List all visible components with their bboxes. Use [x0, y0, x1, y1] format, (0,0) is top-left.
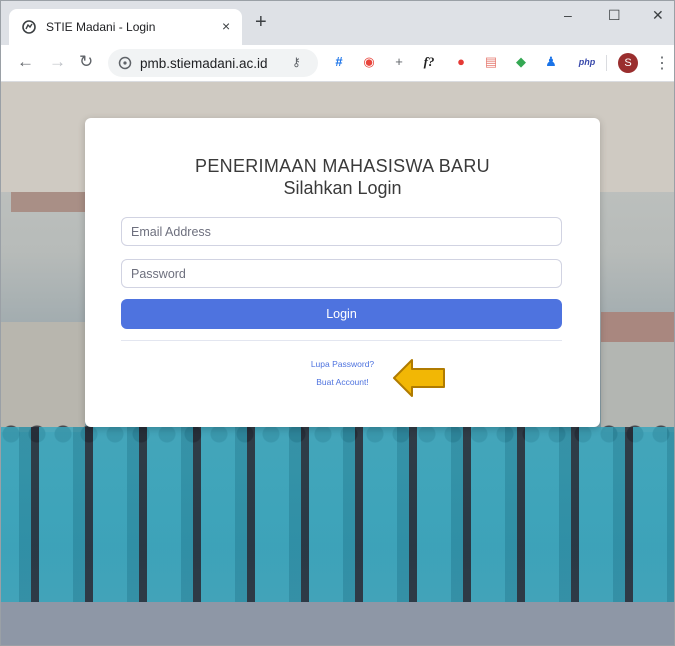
extension-window-icon[interactable]: ▤	[483, 54, 499, 70]
extension-color-icon[interactable]: ●	[453, 54, 469, 70]
extension-crosshair-icon[interactable]: +	[391, 54, 407, 70]
extension-record-icon[interactable]: ◉	[361, 54, 377, 70]
page-subtitle: Silahkan Login	[283, 178, 402, 198]
paved-ground	[1, 602, 674, 645]
building-right-wing	[601, 342, 674, 432]
browser-window: STIE Madani - Login × + – ☐ ✕ ← → ↻ pmb.…	[0, 0, 675, 646]
site-info-icon[interactable]	[118, 56, 132, 70]
url-text[interactable]: pmb.stiemadani.ac.id	[140, 56, 268, 71]
extension-grid-icon[interactable]: #	[331, 54, 347, 70]
building-roof-left	[11, 192, 85, 212]
login-card: PENERIMAAN MAHASISWA BARU Silahkan Login…	[85, 118, 600, 427]
page-background: PENERIMAAN MAHASISWA BARU Silahkan Login…	[1, 82, 674, 645]
browser-tab[interactable]: STIE Madani - Login ×	[9, 9, 242, 45]
extension-gem-icon[interactable]: ◆	[513, 54, 529, 70]
tab-close-icon[interactable]: ×	[222, 18, 230, 34]
extension-user-icon[interactable]: ♟	[543, 54, 559, 70]
password-field[interactable]	[121, 259, 562, 288]
profile-avatar[interactable]: S	[618, 53, 638, 73]
new-tab-button[interactable]: +	[255, 12, 267, 32]
divider	[121, 340, 562, 341]
tab-title: STIE Madani - Login	[46, 20, 156, 34]
browser-toolbar: ← → ↻ pmb.stiemadani.ac.id ⚷ # ◉ + f? ● …	[1, 45, 674, 82]
back-icon[interactable]: ←	[17, 52, 34, 72]
minimize-button[interactable]: –	[564, 7, 572, 23]
email-field[interactable]	[121, 217, 562, 246]
key-icon[interactable]: ⚷	[292, 55, 301, 69]
address-bar[interactable]: pmb.stiemadani.ac.id ⚷	[108, 49, 318, 77]
maximize-button[interactable]: ☐	[608, 7, 621, 24]
annotation-arrow-icon	[393, 359, 445, 397]
window-close-button[interactable]: ✕	[652, 7, 664, 24]
extension-php-icon[interactable]: php	[575, 54, 599, 70]
building-left-wing	[1, 322, 85, 432]
favicon-globe-icon	[22, 20, 36, 34]
toolbar-separator	[606, 55, 607, 71]
building-roof-right	[601, 312, 674, 342]
crowd-photo	[1, 427, 674, 607]
page-title: PENERIMAAN MAHASISWA BARU	[195, 156, 490, 176]
create-account-link[interactable]: Buat Account!	[85, 377, 600, 387]
extension-font-icon[interactable]: f?	[421, 54, 437, 70]
menu-dots-icon[interactable]: ⋮	[654, 53, 670, 73]
forgot-password-link[interactable]: Lupa Password?	[85, 359, 600, 369]
forward-icon[interactable]: →	[49, 52, 66, 72]
tab-strip: STIE Madani - Login × + – ☐ ✕	[1, 1, 674, 45]
reload-icon[interactable]: ↻	[79, 52, 93, 72]
login-button[interactable]: Login	[121, 299, 562, 329]
